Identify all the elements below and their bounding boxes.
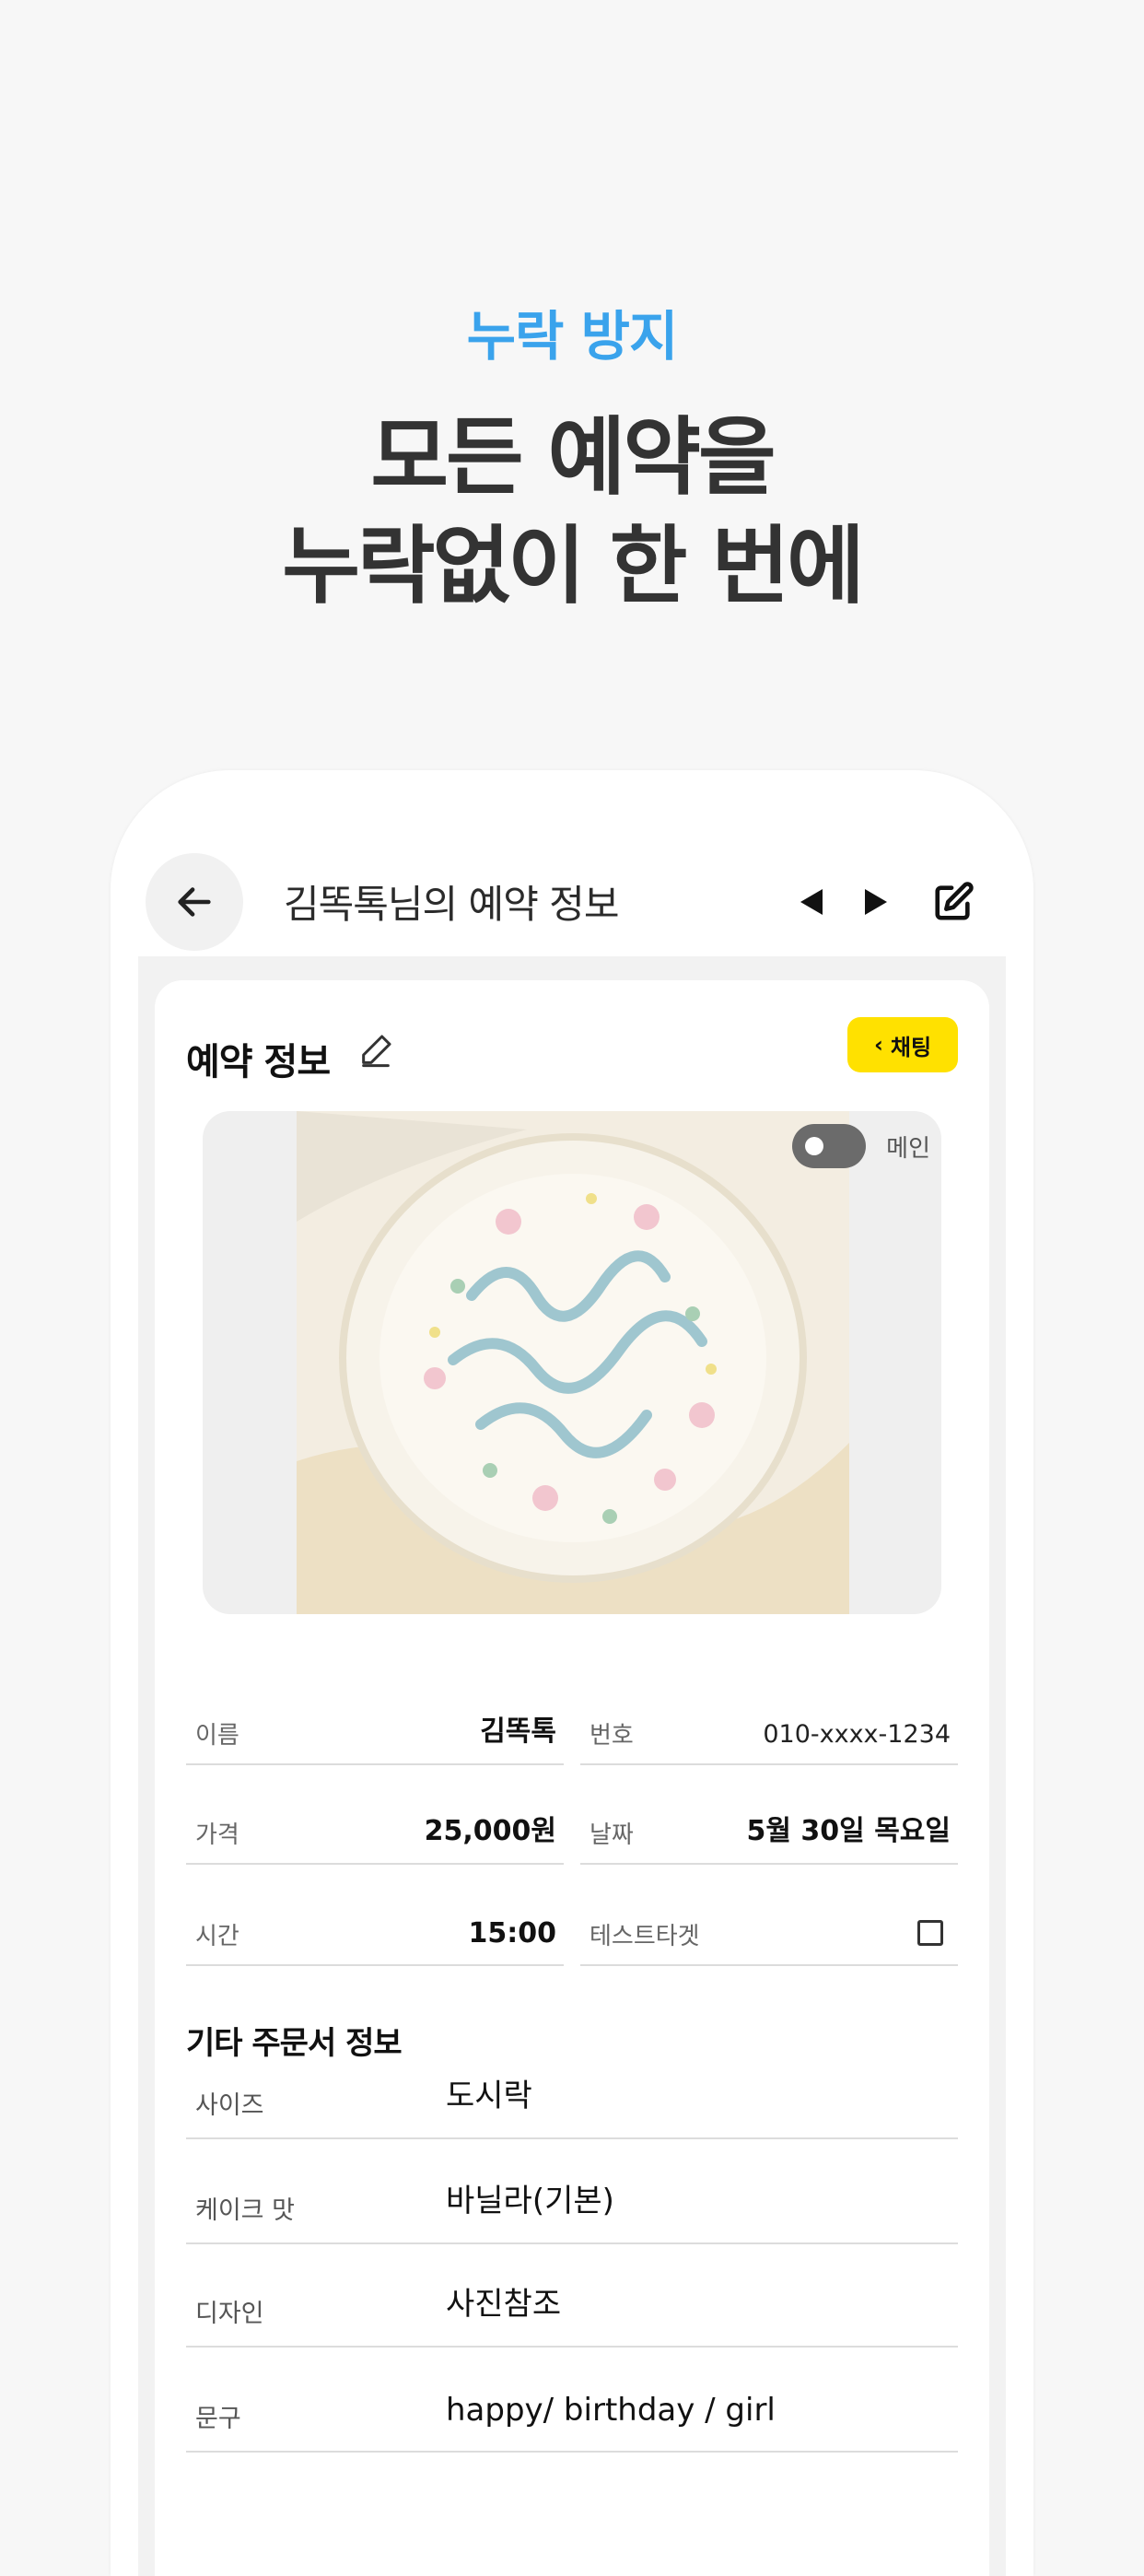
toggle-label: 메인 xyxy=(886,1135,930,1163)
name-field: 이름 김똑톡 xyxy=(186,1697,564,1765)
order-row-label: 문구 xyxy=(195,2405,241,2433)
time-field: 시간 15:00 xyxy=(186,1898,564,1966)
order-row-flavor: 케이크 맛 바닐라(기본) xyxy=(186,2169,958,2244)
pencil-icon xyxy=(362,1035,391,1068)
order-row-label: 사이즈 xyxy=(195,2091,264,2120)
page-title: 김똑톡님의 예약 정보 xyxy=(284,882,619,927)
time-label: 시간 xyxy=(195,1923,239,1950)
date-field: 날짜 5월 30일 목요일 xyxy=(580,1797,958,1865)
arrow-left-icon xyxy=(178,887,211,917)
cake-photo[interactable] xyxy=(297,1111,849,1614)
hero-title: 모든 예약을 누락없이 한 번에 xyxy=(0,404,1144,621)
top-bar: 김똑톡님의 예약 정보 xyxy=(146,853,998,951)
reservation-card: 예약 정보 ‹ 채팅 메인 이름 김똑톡 번호 010-xxxx-1234 가격… xyxy=(155,980,989,2576)
test-target-label: 테스트타겟 xyxy=(590,1923,700,1950)
hero-eyebrow: 누락 방지 xyxy=(466,305,679,368)
section-title: 예약 정보 xyxy=(186,1041,331,1083)
name-value: 김똑톡 xyxy=(480,1715,556,1748)
time-value: 15:00 xyxy=(468,1917,557,1950)
date-label: 날짜 xyxy=(590,1821,634,1849)
order-row-value: 도시락 xyxy=(446,2078,532,2114)
price-field: 가격 25,000원 xyxy=(186,1797,564,1865)
phone-label: 번호 xyxy=(590,1722,634,1750)
hero-title-line-1: 모든 예약을 xyxy=(370,408,776,507)
order-row-value: 사진참조 xyxy=(446,2286,562,2323)
toggle-knob xyxy=(805,1137,823,1155)
back-button[interactable] xyxy=(146,853,243,951)
order-row-design: 디자인 사진참조 xyxy=(186,2272,958,2348)
previous-button[interactable] xyxy=(788,879,835,925)
order-row-label: 디자인 xyxy=(195,2300,264,2328)
order-row-message: 문구 happy/ birthday / girl xyxy=(186,2377,958,2453)
order-row-value: 바닐라(기본) xyxy=(446,2183,614,2219)
test-target-checkbox[interactable] xyxy=(917,1920,943,1946)
order-row-value: happy/ birthday / girl xyxy=(446,2392,776,2429)
test-target-field: 테스트타겟 xyxy=(580,1898,958,1966)
edit-title-button[interactable] xyxy=(357,1032,398,1072)
phone-value: 010-xxxx-1234 xyxy=(763,1720,951,1749)
price-value: 25,000원 xyxy=(424,1815,556,1847)
edit-button[interactable] xyxy=(930,879,976,925)
main-toggle[interactable] xyxy=(792,1124,866,1168)
name-label: 이름 xyxy=(195,1722,239,1750)
hero-title-line-2: 누락없이 한 번에 xyxy=(282,517,865,615)
chevron-left-icon: ‹ xyxy=(873,1032,883,1058)
order-info-title: 기타 주문서 정보 xyxy=(186,2025,403,2062)
order-row-size: 사이즈 도시락 xyxy=(186,2064,958,2139)
triangle-left-icon xyxy=(800,889,823,915)
order-row-label: 케이크 맛 xyxy=(195,2196,295,2225)
date-value: 5월 30일 목요일 xyxy=(746,1815,951,1847)
next-button[interactable] xyxy=(853,879,899,925)
edit-square-icon xyxy=(935,882,974,920)
price-label: 가격 xyxy=(195,1821,239,1849)
photo-container: 메인 xyxy=(203,1111,941,1614)
triangle-right-icon xyxy=(865,889,887,915)
phone-field: 번호 010-xxxx-1234 xyxy=(580,1697,958,1765)
chat-button[interactable]: ‹ 채팅 xyxy=(847,1017,958,1072)
phone-frame: 김똑톡님의 예약 정보 예약 정보 ‹ 채팅 메인 이름 김똑톡 번호 010-… xyxy=(111,770,1033,2576)
chat-button-label: 채팅 xyxy=(890,1034,932,1060)
